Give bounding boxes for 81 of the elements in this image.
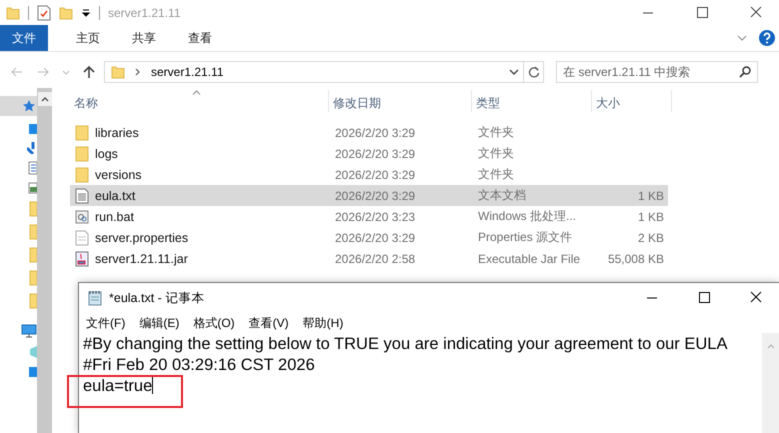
folder-icon [75, 124, 89, 140]
refresh-icon [528, 66, 540, 78]
column-header[interactable]: 类型 [472, 90, 592, 112]
column-header[interactable]: 名称 [70, 90, 329, 112]
chevron-down-icon[interactable] [509, 68, 519, 76]
search-field[interactable]: 在 server1.21.11 中搜索 [556, 61, 758, 83]
text-file-icon [75, 188, 89, 204]
modified-date: 2026/2/20 3:29 [334, 168, 416, 182]
scroll-up-icon[interactable] [38, 92, 52, 106]
file-type: 文件夹 [477, 124, 515, 141]
file-size: 1 KB [636, 210, 665, 224]
modified-date: 2026/2/20 2:58 [334, 252, 416, 266]
forward-arrow-icon[interactable] [36, 65, 50, 79]
file-type: Properties 源文件 [477, 229, 574, 246]
file-size: 55,008 KB [606, 252, 665, 266]
coffee-cup-file-icon [75, 250, 89, 266]
computer-icon[interactable] [21, 324, 37, 338]
file-name: run.bat [95, 210, 134, 224]
up-arrow-icon[interactable] [82, 65, 96, 79]
file-name: libraries [95, 126, 139, 140]
help-icon[interactable] [759, 30, 775, 46]
file-type: 文件夹 [477, 166, 515, 183]
dropdown-icon[interactable] [81, 8, 91, 18]
menu-item[interactable]: 查看(V) [248, 314, 289, 332]
file-size: 2 KB [636, 230, 665, 244]
ribbon-tab[interactable]: 共享 [120, 25, 168, 51]
folder-icon[interactable] [6, 6, 20, 20]
file-name: server1.21.11.jar [95, 252, 188, 266]
file-row[interactable]: logs 2026/2/20 3:29 文件夹 [70, 143, 668, 164]
folder-icon [75, 146, 89, 162]
menu-item[interactable]: 文件(F) [86, 314, 126, 332]
window-title: server1.21.11 [108, 6, 180, 20]
folder-icon [111, 65, 125, 79]
file-icon [75, 230, 89, 246]
menu-item[interactable]: 格式(O) [193, 314, 235, 332]
text-line: #Fri Feb 20 03:29:16 CST 2026 [83, 355, 316, 376]
modified-date: 2026/2/20 3:29 [334, 230, 416, 244]
address-bar[interactable]: server1.21.11 [104, 61, 524, 83]
file-type: 文本文档 [477, 187, 527, 204]
file-row[interactable]: libraries 2026/2/20 3:29 文件夹 [70, 122, 668, 143]
modified-date: 2026/2/20 3:23 [334, 210, 416, 224]
star-icon[interactable] [23, 100, 35, 112]
file-row[interactable]: eula.txt 2026/2/20 3:29 文本文档 1 KB [70, 185, 668, 206]
text-editor[interactable]: #By changing the setting below to TRUE you are indicating your agreement to our EULA #Fri Feb 20 03:29:16 CST 2026 eula=true [79, 333, 762, 433]
search-icon [739, 66, 751, 78]
text-line: #By changing the setting below to TRUE you are indicating your agreement to our EULA [83, 334, 728, 355]
properties-icon[interactable] [37, 4, 51, 20]
file-size: 1 KB [636, 188, 665, 202]
ribbon-tab[interactable]: 文件 [0, 25, 48, 51]
file-type: 文件夹 [477, 145, 515, 162]
file-type: Windows 批处理... [477, 208, 578, 225]
address-path: server1.21.11 [151, 65, 224, 79]
folder-icon [75, 166, 89, 182]
ribbon-tab[interactable]: 主页 [64, 25, 112, 51]
column-header[interactable]: 大小 [592, 90, 672, 112]
image-icon[interactable] [27, 182, 37, 194]
file-name: versions [95, 168, 142, 182]
file-row[interactable]: server1.21.11.jar 2026/2/20 2:58 Executable Jar File 55,008 KB [70, 248, 668, 269]
menu-item[interactable]: 帮助(H) [302, 314, 344, 332]
document-icon[interactable] [27, 161, 37, 175]
file-type: Executable Jar File [477, 252, 582, 266]
ribbon-tab[interactable]: 查看 [176, 25, 224, 51]
folder-icon[interactable] [59, 6, 73, 20]
text-line: eula=true [83, 376, 154, 397]
modified-date: 2026/2/20 3:29 [334, 188, 416, 202]
file-row[interactable]: run.bat 2026/2/20 3:23 Windows 批处理... 1 KB [70, 206, 668, 227]
file-name: eula.txt [95, 188, 136, 202]
modified-date: 2026/2/20 3:29 [334, 146, 416, 160]
notepad-icon [87, 290, 103, 306]
window-title: *eula.txt - 记事本 [109, 290, 204, 306]
back-arrow-icon[interactable] [10, 65, 24, 79]
chevron-right-icon [135, 68, 141, 76]
file-row[interactable]: server.properties 2026/2/20 3:29 Properties 源文件 2 KB [70, 227, 668, 248]
modified-date: 2026/2/20 3:29 [334, 126, 416, 140]
file-name: server.properties [95, 230, 188, 244]
menu-item[interactable]: 编辑(E) [139, 314, 180, 332]
column-header[interactable]: 修改日期 [329, 90, 472, 112]
file-name: logs [95, 146, 118, 160]
gear-file-icon [75, 208, 89, 224]
refresh-button[interactable] [524, 61, 544, 83]
file-row[interactable]: versions 2026/2/20 3:29 文件夹 [70, 164, 668, 185]
